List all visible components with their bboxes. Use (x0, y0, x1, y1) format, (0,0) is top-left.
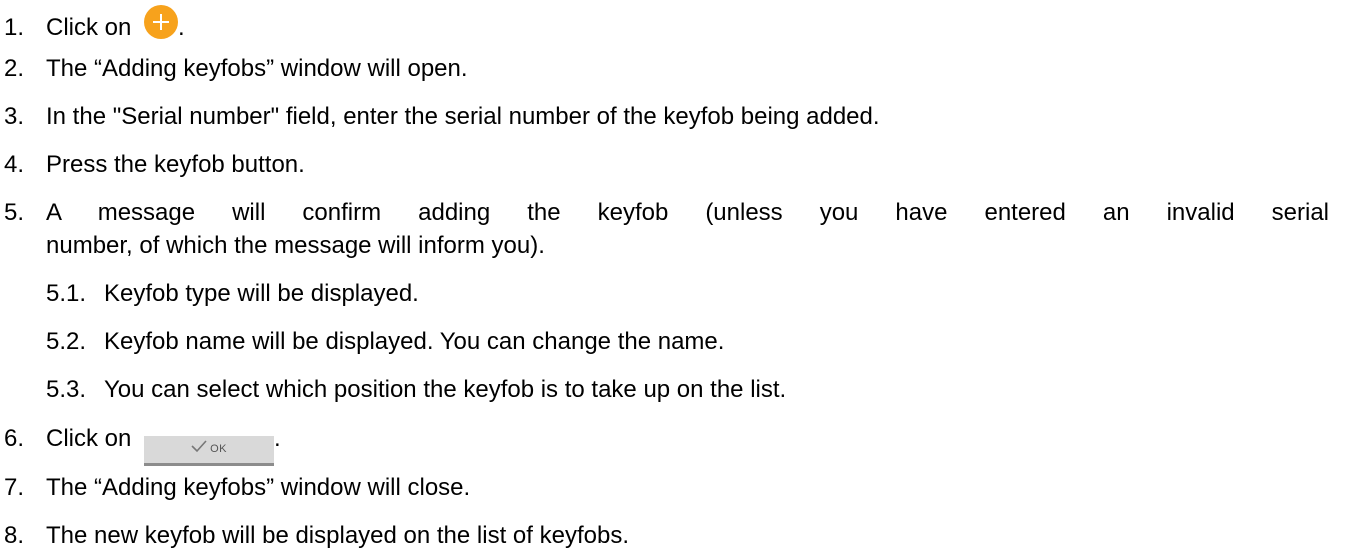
step-text: The new keyfob will be displayed on the … (46, 522, 629, 549)
step-4: 4. Press the keyfob button. (0, 150, 305, 180)
step-text: Click on (46, 425, 132, 452)
substep-5-1: 5.1. Keyfob type will be displayed. (46, 279, 419, 309)
substep-number: 5.3. (46, 376, 87, 403)
step-text: number, of which the message will inform… (46, 232, 545, 259)
step-number: 3. (4, 103, 25, 130)
step-5: 5. A message will confirm adding the keyf… (0, 198, 1329, 228)
substep-text: You can select which position the keyfob… (104, 376, 787, 403)
step-text: The “Adding keyfobs” window will open. (46, 55, 468, 82)
substep-text: Keyfob name will be displayed. You can c… (104, 328, 725, 355)
step-number: 2. (4, 55, 25, 82)
step-text: In the "Serial number" field, enter the … (46, 103, 880, 130)
step-5-continuation: number, of which the message will inform… (46, 231, 545, 261)
ok-label: OK (210, 443, 227, 456)
step-text-suffix: . (274, 425, 281, 452)
step-number: 1. (4, 14, 25, 41)
step-number: 4. (4, 151, 25, 178)
ok-button[interactable]: OK (144, 436, 275, 466)
step-6: 6. Click on OK. (0, 424, 281, 466)
step-7: 7. The “Adding keyfobs” window will close… (0, 473, 470, 503)
substep-number: 5.1. (46, 280, 87, 307)
step-2: 2. The “Adding keyfobs” window will open. (0, 54, 468, 84)
step-number: 7. (4, 474, 25, 501)
substep-text: Keyfob type will be displayed. (104, 280, 419, 307)
step-text: The “Adding keyfobs” window will close. (46, 474, 471, 501)
step-8: 8. The new keyfob will be displayed on th… (0, 521, 629, 551)
step-number: 8. (4, 522, 25, 549)
check-icon (191, 436, 207, 463)
substep-5-2: 5.2. Keyfob name will be displayed. You c… (46, 327, 724, 357)
step-3: 3. In the "Serial number" field, enter th… (0, 102, 880, 132)
step-text: A message will confirm adding the keyfob… (46, 199, 1329, 226)
step-number: 5. (4, 199, 25, 226)
step-1: 1. Click on . (0, 5, 185, 41)
step-text-suffix: . (178, 14, 185, 41)
step-number: 6. (4, 425, 25, 452)
step-text: Click on (46, 14, 132, 41)
plus-icon[interactable] (144, 5, 179, 39)
substep-number: 5.2. (46, 328, 87, 355)
substep-5-3: 5.3. You can select which position the ke… (46, 375, 786, 405)
step-text: Press the keyfob button. (46, 151, 305, 178)
